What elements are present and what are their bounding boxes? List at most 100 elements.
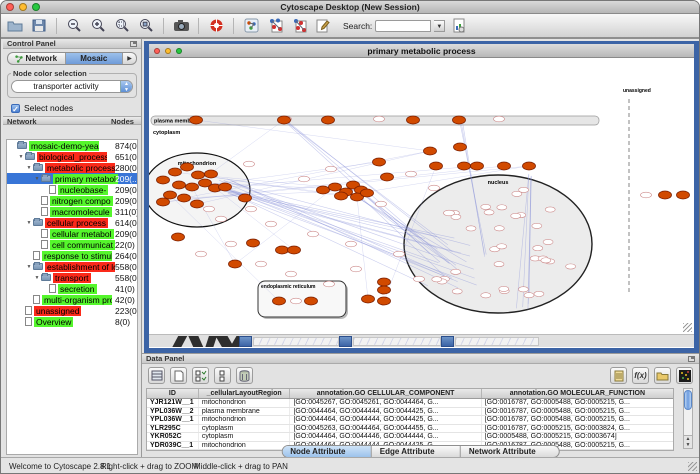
network-node[interactable] (424, 147, 437, 155)
open-folder-icon[interactable] (5, 16, 25, 36)
tab-edge-attribute-browser[interactable]: Edge Attribute Browser (372, 446, 461, 457)
tree-row[interactable]: nucleobase-209(0) (7, 184, 137, 195)
network-node[interactable] (659, 191, 672, 199)
network-node[interactable] (329, 183, 342, 191)
zoom-in-icon[interactable] (88, 16, 108, 36)
network-node-label[interactable] (308, 231, 319, 237)
network-node-label[interactable] (452, 289, 462, 294)
network-node[interactable] (407, 116, 420, 124)
tree-row[interactable]: ▼cellular process614(0) (7, 217, 137, 228)
network-node-label[interactable] (484, 210, 494, 215)
tree-row[interactable]: multi-organism pro42(0) (7, 294, 137, 305)
network-node-label[interactable] (481, 204, 491, 209)
matrix-view-icon[interactable] (676, 367, 693, 384)
new-attribute-icon[interactable] (170, 367, 187, 384)
float-panel-icon[interactable] (688, 356, 695, 362)
network-node[interactable] (219, 183, 232, 191)
tiled-window-preview[interactable] (353, 337, 441, 346)
network-node[interactable] (454, 143, 467, 151)
network-node[interactable] (157, 198, 170, 206)
tab-overflow-arrow-icon[interactable]: ▶ (123, 53, 136, 64)
network-node[interactable] (381, 173, 394, 181)
network-node[interactable] (247, 239, 260, 247)
table-column-header[interactable]: annotation.GO MOLECULAR_FUNCTION (482, 389, 673, 398)
select-nodes-checkbox[interactable]: ✓ (11, 104, 20, 113)
network-node-label[interactable] (226, 241, 237, 247)
network-node[interactable] (373, 158, 386, 166)
network-node-label[interactable] (541, 258, 551, 263)
network-node[interactable] (288, 246, 301, 254)
network-node-label[interactable] (351, 266, 362, 272)
tree-row[interactable]: ▼primary metabol209(... (7, 173, 137, 184)
network-node-label[interactable] (432, 277, 442, 282)
vizmap-page-icon[interactable] (449, 16, 469, 36)
network-node[interactable] (157, 176, 170, 184)
network-node-label[interactable] (511, 213, 521, 218)
disclosure-triangle-icon[interactable]: ▼ (33, 275, 41, 281)
disclosure-triangle-icon[interactable]: ▼ (17, 154, 25, 160)
network-node[interactable] (205, 170, 218, 178)
network-node[interactable] (191, 200, 204, 208)
network-node-label[interactable] (394, 251, 405, 257)
network-node-label[interactable] (494, 262, 504, 267)
network-node-label[interactable] (499, 286, 509, 291)
network-node[interactable] (192, 171, 205, 179)
attribute-grid-icon[interactable] (148, 367, 165, 384)
tree-row[interactable]: cell communicat22(0) (7, 239, 137, 250)
network-node-label[interactable] (324, 281, 335, 287)
network-canvas[interactable]: plasma membranecytoplasmmitochondrionnuc… (149, 58, 694, 334)
mosaic-panel-icon[interactable] (241, 16, 261, 36)
scrollbar-thumb[interactable] (684, 390, 692, 410)
tree-row[interactable]: mosaic-demo-yeast874(0) (7, 140, 137, 151)
scrollbar-arrows-icon[interactable]: ▲▼ (684, 435, 692, 448)
network-node-label[interactable] (374, 116, 385, 122)
network-node[interactable] (378, 278, 391, 286)
snapshot-camera-icon[interactable] (171, 16, 191, 36)
zoom-fit-icon[interactable] (136, 16, 156, 36)
table-row[interactable]: YKR052Ccytoplasm[GO:0044464, GO:0044446,… (147, 433, 673, 442)
zoom-out-icon[interactable] (64, 16, 84, 36)
zoom-selected-icon[interactable] (112, 16, 132, 36)
network-node-label[interactable] (346, 241, 357, 247)
table-row[interactable]: YPL036W__1mitochondrion[GO:0044464, GO:0… (147, 416, 673, 425)
tiled-window-edge[interactable] (239, 336, 252, 347)
network-import-2-icon[interactable] (289, 16, 309, 36)
network-node-label[interactable] (497, 205, 507, 210)
float-panel-icon[interactable] (130, 41, 137, 47)
formula-fx-icon[interactable]: f(x) (632, 367, 649, 384)
network-node-label[interactable] (497, 244, 507, 249)
network-node-label[interactable] (533, 246, 543, 251)
tab-mosaic[interactable]: Mosaic (66, 53, 124, 64)
import-attributes-folder-icon[interactable] (654, 367, 671, 384)
network-node[interactable] (173, 181, 186, 189)
disclosure-triangle-icon[interactable]: ▼ (33, 176, 41, 182)
network-node-label[interactable] (429, 185, 440, 191)
network-node[interactable] (677, 191, 690, 199)
unselect-attributes-icon[interactable] (214, 367, 231, 384)
network-node-label[interactable] (518, 287, 528, 292)
network-node[interactable] (276, 246, 289, 254)
network-node-label[interactable] (566, 264, 576, 269)
network-node[interactable] (278, 116, 291, 124)
network-node[interactable] (186, 183, 199, 191)
tree-row[interactable]: Overview8(0) (7, 316, 137, 327)
network-node[interactable] (178, 194, 191, 202)
network-node-label[interactable] (481, 293, 491, 298)
network-node[interactable] (317, 186, 330, 194)
network-node-label[interactable] (543, 239, 553, 244)
network-node-label[interactable] (414, 276, 425, 282)
search-input[interactable] (375, 20, 431, 32)
network-node-label[interactable] (299, 176, 310, 182)
network-node[interactable] (361, 189, 374, 197)
network-node-label[interactable] (519, 187, 529, 192)
network-node-label[interactable] (524, 293, 534, 298)
network-node-label[interactable] (286, 271, 297, 277)
network-node-label[interactable] (534, 291, 544, 296)
network-node-label[interactable] (641, 192, 652, 198)
tiled-window-edge[interactable] (339, 336, 352, 347)
annotation-edit-icon[interactable] (313, 16, 333, 36)
disclosure-triangle-icon[interactable]: ▼ (25, 165, 33, 171)
tiled-window-preview[interactable] (455, 337, 539, 346)
network-node[interactable] (229, 260, 242, 268)
table-row[interactable]: YJR121W__1mitochondrion[GO:0045267, GO:0… (147, 399, 673, 408)
